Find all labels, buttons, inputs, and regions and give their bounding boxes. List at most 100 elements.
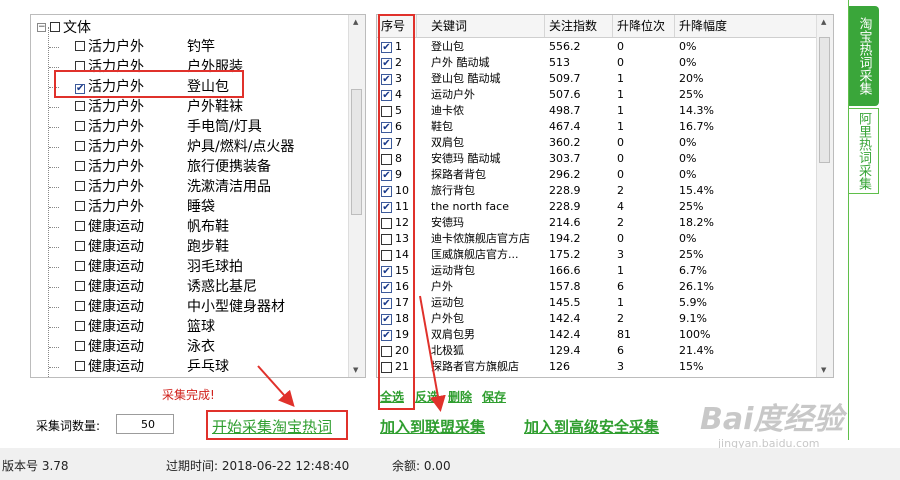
cell-keyword: 迪卡侬旗舰店官方店 [431, 232, 530, 245]
select-all-link[interactable]: 全选 [380, 388, 404, 405]
scroll-up-icon[interactable]: ▲ [353, 18, 358, 26]
highlight-box-start-button [206, 410, 348, 440]
tree-item[interactable]: 健康运动 帆布鞋 [31, 217, 349, 237]
table-row[interactable]: ✔ 6 鞋包 467.4 1 16.7% [377, 119, 817, 135]
tree-item-category: 健康运动 [75, 297, 144, 317]
table-row[interactable]: ✔ 9 探路者背包 296.2 0 0% [377, 167, 817, 183]
add-to-secure-button[interactable]: 加入到高级安全采集 [524, 416, 659, 437]
cell-rank-change: 6 [617, 280, 624, 293]
tree-item-checkbox[interactable] [75, 241, 85, 251]
table-scroll-thumb[interactable] [819, 37, 830, 163]
cell-keyword: 迪卡侬 [431, 104, 464, 117]
tree-item[interactable]: 活力户外 洗漱清洁用品 [31, 177, 349, 197]
table-row[interactable]: ✔ 4 运动户外 507.6 1 25% [377, 87, 817, 103]
tree-item-checkbox[interactable] [75, 41, 85, 51]
table-header: 序号 关键词 关注指数 升降位次 升降幅度 [377, 15, 817, 38]
tree-item-checkbox[interactable] [75, 301, 85, 311]
table-row[interactable]: ✔ 17 运动包 145.5 1 5.9% [377, 295, 817, 311]
cell-change-rate: 25% [679, 88, 704, 101]
table-row[interactable]: 14 匡威旗舰店官方... 175.2 3 25% [377, 247, 817, 263]
tree-scrollbar[interactable]: ▲ ▼ [348, 15, 365, 377]
table-row[interactable]: ✔ 1 登山包 556.2 0 0% [377, 39, 817, 55]
tree-item[interactable]: 活力户外 炉具/燃料/点火器 [31, 137, 349, 157]
tree-item[interactable]: 活力户外 旅行便携装备 [31, 157, 349, 177]
table-row[interactable]: 13 迪卡侬旗舰店官方店 194.2 0 0% [377, 231, 817, 247]
table-row[interactable]: ✔ 3 登山包 酷动城 509.7 1 20% [377, 71, 817, 87]
tree-item[interactable]: 健康运动 中小型健身器材 [31, 297, 349, 317]
tree-root-checkbox[interactable] [50, 22, 60, 32]
col-header-attention[interactable]: 关注指数 [545, 15, 613, 37]
collect-count-input[interactable] [116, 414, 174, 434]
cell-rank-change: 1 [617, 264, 624, 277]
col-header-rank-change[interactable]: 升降位次 [613, 15, 675, 37]
delete-link[interactable]: 删除 [448, 388, 472, 405]
table-row[interactable]: ✔ 16 户外 157.8 6 26.1% [377, 279, 817, 295]
col-header-keyword[interactable]: 关键词 [427, 15, 545, 37]
table-row[interactable]: ✔ 19 双肩包男 142.4 81 100% [377, 327, 817, 343]
table-row[interactable]: 5 迪卡侬 498.7 1 14.3% [377, 103, 817, 119]
scroll-down-icon[interactable]: ▼ [353, 366, 358, 374]
table-row[interactable]: 21 探路者官方旗舰店 126 3 15% [377, 359, 817, 375]
scroll-down-icon[interactable]: ▼ [821, 366, 826, 374]
tree-item[interactable]: 健康运动 羽毛球拍 [31, 257, 349, 277]
tree-item[interactable]: 活力户外 户外鞋袜 [31, 97, 349, 117]
tree-item-checkbox[interactable] [75, 201, 85, 211]
table-row[interactable]: ✔ 15 运动背包 166.6 1 6.7% [377, 263, 817, 279]
invert-selection-link[interactable]: 反选 [415, 388, 439, 405]
tree-item[interactable]: 健康运动 诱惑比基尼 [31, 277, 349, 297]
tree-connector [49, 367, 59, 368]
tree-item-checkbox[interactable] [75, 221, 85, 231]
tree-item-checkbox[interactable] [75, 141, 85, 151]
cell-keyword: 户外包 [431, 312, 464, 325]
tree-item-checkbox[interactable] [75, 281, 85, 291]
scroll-up-icon[interactable]: ▲ [821, 18, 826, 26]
table-row[interactable]: 20 北极狐 129.4 6 21.4% [377, 343, 817, 359]
collapse-icon[interactable]: − [37, 22, 46, 32]
cell-change-rate: 0% [679, 40, 697, 53]
cell-attention-index: 303.7 [549, 152, 581, 165]
tree-root[interactable]: − 文体 [37, 17, 91, 37]
tree-item[interactable]: 健康运动 跑步鞋 [31, 237, 349, 257]
cell-attention-index: 296.2 [549, 168, 581, 181]
tree-item-checkbox[interactable] [75, 261, 85, 271]
tree-item-category-label: 活力户外 [88, 139, 144, 155]
cell-change-rate: 25% [679, 248, 704, 261]
table-row[interactable]: ✔ 10 旅行背包 228.9 2 15.4% [377, 183, 817, 199]
tree-item[interactable]: 健康运动 篮球 [31, 317, 349, 337]
tab-ali-hotwords[interactable]: 阿里热词采集 [849, 108, 879, 194]
tree-item-checkbox[interactable] [75, 321, 85, 331]
tree-item-checkbox[interactable] [75, 161, 85, 171]
table-row[interactable]: ✔ 11 the north face 228.9 4 25% [377, 199, 817, 215]
tree-item-category-label: 活力户外 [88, 159, 144, 175]
table-row[interactable]: ✔ 2 户外 酷动城 513 0 0% [377, 55, 817, 71]
tree-item[interactable]: 活力户外 睡袋 [31, 197, 349, 217]
col-header-change-rate[interactable]: 升降幅度 [675, 15, 817, 37]
tree-item-checkbox[interactable] [75, 181, 85, 191]
table-scrollbar[interactable]: ▲ ▼ [816, 15, 833, 377]
tab-taobao-hotwords[interactable]: 淘宝热词采集 [849, 6, 879, 106]
tree-item-category-label: 活力户外 [88, 179, 144, 195]
cell-change-rate: 0% [679, 56, 697, 69]
save-link[interactable]: 保存 [482, 388, 506, 405]
tree-item-category-label: 健康运动 [88, 259, 144, 275]
tree-item[interactable]: 健康运动 泳衣 [31, 337, 349, 357]
tree-item[interactable]: 健康运动 乒乓球 [31, 357, 349, 377]
tree-item-subcategory-label: 泳衣 [187, 339, 215, 355]
cell-attention-index: 214.6 [549, 216, 581, 229]
tree-item-category-label: 健康运动 [88, 219, 144, 235]
tree-item-checkbox[interactable] [75, 361, 85, 371]
tree-item-checkbox[interactable] [75, 101, 85, 111]
table-row[interactable]: ✔ 7 双肩包 360.2 0 0% [377, 135, 817, 151]
tree-item-checkbox[interactable] [75, 341, 85, 351]
add-to-union-button[interactable]: 加入到联盟采集 [380, 416, 485, 437]
table-row[interactable]: 8 安德玛 酷动城 303.7 0 0% [377, 151, 817, 167]
table-row[interactable]: 12 安德玛 214.6 2 18.2% [377, 215, 817, 231]
tree-item[interactable]: 活力户外 钓竿 [31, 37, 349, 57]
tree-item[interactable]: 活力户外 手电筒/灯具 [31, 117, 349, 137]
tree-connector [49, 147, 59, 148]
table-row[interactable]: ✔ 18 户外包 142.4 2 9.1% [377, 311, 817, 327]
tree-item-category: 健康运动 [75, 317, 144, 337]
tree-item-checkbox[interactable] [75, 121, 85, 131]
cell-attention-index: 507.6 [549, 88, 581, 101]
tree-scroll-thumb[interactable] [351, 89, 362, 215]
